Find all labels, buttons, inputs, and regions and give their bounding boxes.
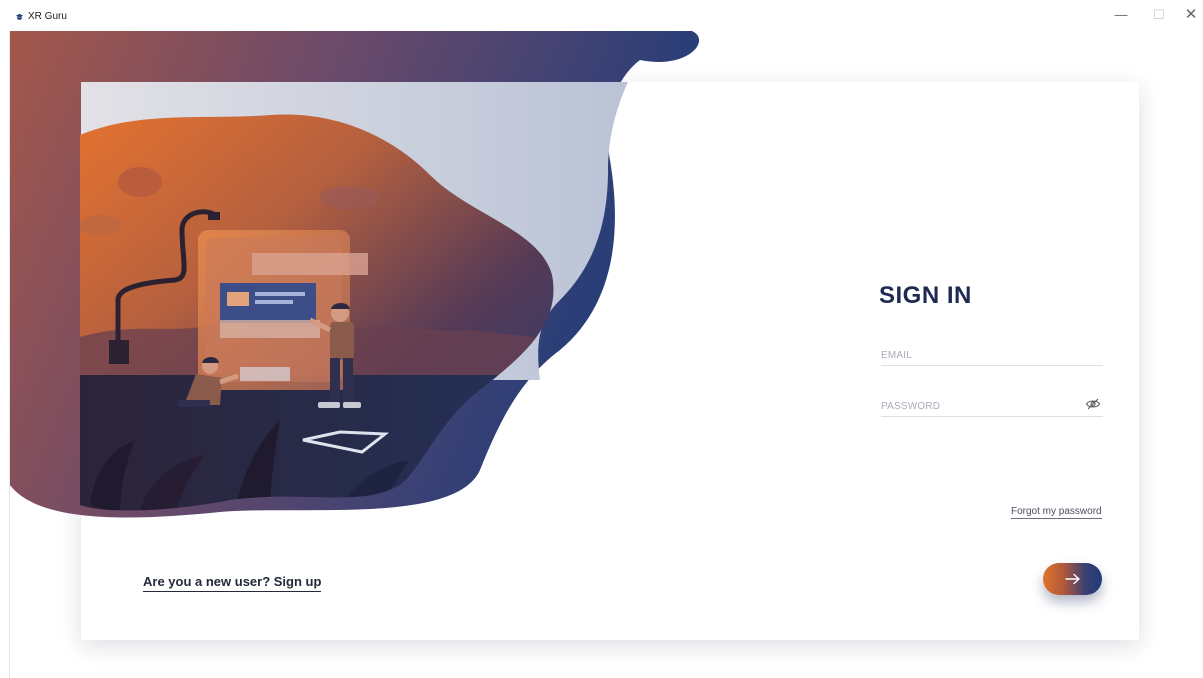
window-title: XR Guru [28,11,67,22]
title-bar: XR Guru — ☐ ✕ [0,0,1203,30]
minimize-button[interactable]: — [1110,6,1132,24]
close-button[interactable]: ✕ [1180,6,1202,24]
maximize-button[interactable]: ☐ [1148,6,1170,24]
email-field[interactable] [881,345,1103,366]
arrow-right-icon [1064,573,1080,585]
hero-illustration [10,31,700,518]
password-input[interactable] [881,398,1071,415]
forgot-password-link[interactable]: Forgot my password [1011,506,1102,519]
sign-in-heading: SIGN IN [879,282,972,309]
email-input[interactable] [881,347,1071,364]
eye-slash-icon[interactable] [1085,397,1101,411]
password-field[interactable] [881,396,1103,417]
submit-button[interactable] [1043,563,1102,595]
app-logo-icon [15,13,24,20]
sign-up-link[interactable]: Are you a new user? Sign up [143,574,322,592]
